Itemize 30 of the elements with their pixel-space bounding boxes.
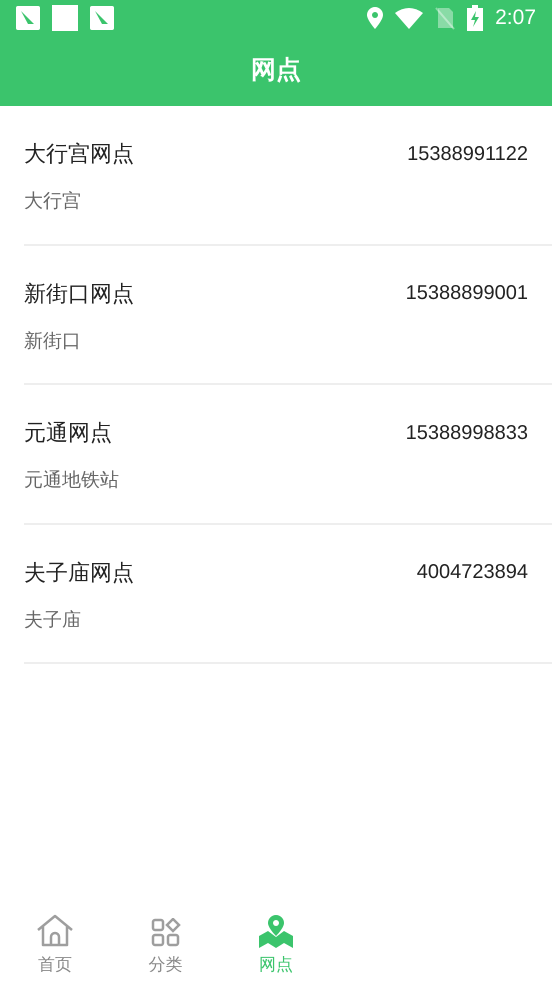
outlet-name: 新街口网点 [24, 280, 134, 308]
no-sim-icon [435, 6, 456, 30]
outlet-address: 元通地铁站 [24, 469, 119, 493]
blank-notification-icon [52, 5, 78, 31]
outlet-row[interactable]: 大行宫网点 15388991122 大行宫 [24, 106, 552, 246]
wifi-icon [395, 7, 424, 29]
battery-charging-icon [467, 5, 484, 31]
location-icon [367, 7, 384, 29]
outlet-address: 夫子庙 [24, 608, 81, 632]
outlet-name: 大行宫网点 [24, 140, 134, 168]
outlet-row[interactable]: 夫子庙网点 4004723894 夫子庙 [24, 524, 552, 664]
tab-bar-item[interactable]: 首页 [0, 905, 110, 977]
grid-icon [150, 918, 181, 948]
outlet-name: 夫子庙网点 [24, 558, 134, 586]
page-title: 网点 [251, 55, 301, 86]
phone-number: 15388899001 [406, 281, 528, 306]
tab-bar-item[interactable]: 分类 [110, 905, 221, 977]
outlet-address: 大行宫 [24, 190, 81, 214]
map-pin-icon [258, 914, 293, 948]
outlet-row[interactable]: 元通网点 15388998833 元通地铁站 [24, 385, 552, 524]
app-notification-icon [90, 6, 114, 30]
phone-number: 15388991122 [407, 142, 528, 166]
outlet-row[interactable]: 新街口网点 15388899001 新街口 [24, 246, 552, 385]
home-icon [36, 914, 74, 948]
outlet-name: 元通网点 [24, 419, 112, 447]
outlet-address: 新街口 [24, 330, 81, 354]
phone-number: 4004723894 [416, 560, 528, 585]
status-time: 2:07 [495, 5, 536, 32]
app-notification-icon [16, 6, 40, 30]
phone-number: 15388998833 [406, 420, 528, 446]
